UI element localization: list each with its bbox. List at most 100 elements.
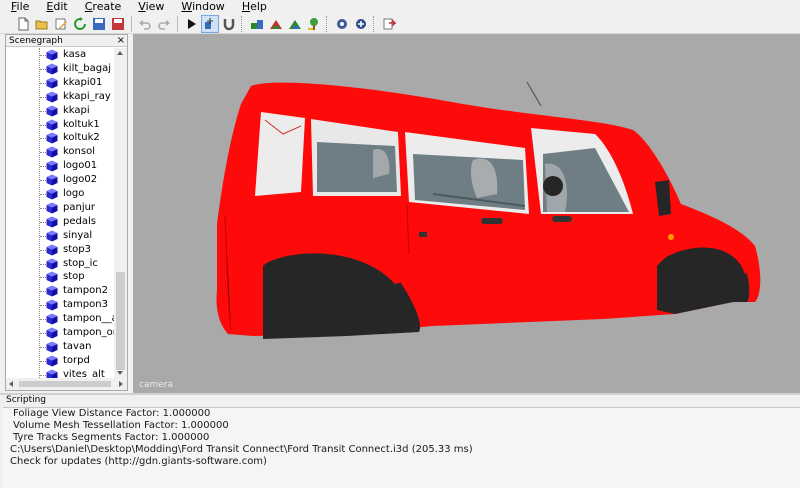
menu-edit[interactable]: Edit	[35, 0, 73, 14]
add-shape-icon[interactable]	[248, 15, 266, 33]
tree-node[interactable]: kkapi01	[6, 76, 114, 90]
tree-node[interactable]: stop3	[6, 243, 114, 257]
transform-group-cube-icon	[46, 327, 58, 339]
tree-node-label: torpd	[63, 354, 90, 366]
tree-node[interactable]: torpd	[6, 354, 114, 368]
console-line: Tyre Tracks Segments Factor: 1.000000	[13, 432, 210, 443]
transform-group-cube-icon	[46, 188, 58, 200]
add-camera-icon[interactable]	[286, 15, 304, 33]
tree-node[interactable]: panjur	[6, 201, 114, 215]
tree-node[interactable]: logo02	[6, 173, 114, 187]
horizontal-scrollbar[interactable]	[6, 378, 127, 390]
tree-node[interactable]: koltuk1	[6, 118, 114, 132]
toolbar-separator	[177, 15, 178, 32]
tree-node-label: kilt_bagaj	[63, 62, 111, 74]
add-tree-icon[interactable]	[305, 15, 323, 33]
scroll-up-icon[interactable]	[117, 51, 123, 55]
tree-node[interactable]: kasa	[6, 48, 114, 62]
transform-group-cube-icon	[46, 202, 58, 214]
tree-node-label: sinyal	[63, 229, 93, 241]
save-as-icon[interactable]	[109, 15, 127, 33]
select-mode-icon[interactable]	[201, 14, 219, 33]
tree-node[interactable]: logo01	[6, 159, 114, 173]
scroll-left-icon[interactable]	[9, 381, 13, 387]
tree-node[interactable]: logo	[6, 187, 114, 201]
tree-node[interactable]: stop	[6, 270, 114, 284]
menu-view[interactable]: View	[127, 0, 170, 14]
tree-node[interactable]: pedals	[6, 215, 114, 229]
reload-icon[interactable]	[71, 15, 89, 33]
scripting-console[interactable]: Foliage View Distance Factor: 1.000000 V…	[3, 407, 800, 488]
redo-icon[interactable]	[155, 15, 173, 33]
transform-group-cube-icon	[46, 230, 58, 242]
menu-create[interactable]: Create	[74, 0, 128, 14]
scenegraph-title-text: Scenegraph	[9, 36, 63, 46]
tree-node[interactable]: tampon_on	[6, 326, 114, 340]
scroll-down-icon[interactable]	[117, 371, 123, 375]
render-settings-icon[interactable]	[333, 15, 351, 33]
viewport-3d[interactable]: camera	[133, 34, 800, 393]
tree-node-label: tampon_on	[63, 327, 114, 338]
tree-node[interactable]: stop_ic	[6, 257, 114, 271]
transform-group-cube-icon	[46, 216, 58, 228]
play-icon[interactable]	[182, 15, 200, 33]
material-settings-icon[interactable]	[352, 15, 370, 33]
new-file-icon[interactable]	[14, 15, 32, 33]
menu-window[interactable]: Window	[170, 0, 230, 14]
vertical-scrollbar-thumb[interactable]	[116, 272, 125, 370]
transform-group-cube-icon	[46, 91, 58, 103]
tree-node-label: vites_alt	[63, 368, 105, 378]
toolbar-separator	[131, 15, 132, 32]
toolbar-grip	[373, 15, 376, 32]
tree-node-label: logo01	[63, 160, 98, 172]
save-icon[interactable]	[90, 15, 108, 33]
tree-node-label: tampon__al	[63, 313, 114, 325]
tree-node[interactable]: tampon3	[6, 298, 114, 312]
tree-node-label: stop3	[63, 243, 91, 255]
transform-group-cube-icon	[46, 146, 58, 158]
scripting-panel: Scripting Foliage View Distance Factor: …	[0, 395, 800, 488]
edit-icon[interactable]	[52, 15, 70, 33]
scenegraph-title: Scenegraph ×	[6, 35, 127, 47]
transform-group-cube-icon	[46, 160, 58, 172]
tree-node[interactable]: tavan	[6, 340, 114, 354]
tree-node-label: konsol	[63, 146, 95, 158]
tree-node[interactable]: tampon2	[6, 284, 114, 298]
tree-node[interactable]: kkapi_ray	[6, 90, 114, 104]
tree-node-label: pedals	[63, 215, 96, 227]
menu-help[interactable]: Help	[231, 0, 273, 14]
tree-node-label: kasa	[63, 49, 87, 60]
vertical-scrollbar[interactable]	[114, 48, 127, 378]
tree-node[interactable]: tampon__al	[6, 312, 114, 326]
transform-group-cube-icon	[46, 271, 58, 283]
toolbar-grip	[241, 15, 244, 32]
tree-node[interactable]: sinyal	[6, 229, 114, 243]
menu-bar: File Edit Create View Window Help	[0, 0, 800, 14]
tree-node[interactable]: koltuk2	[6, 131, 114, 145]
transform-group-cube-icon	[46, 341, 58, 353]
menu-file[interactable]: File	[0, 0, 35, 14]
transform-group-cube-icon	[46, 299, 58, 311]
close-icon[interactable]: ×	[117, 35, 125, 47]
transform-group-cube-icon	[46, 77, 58, 89]
export-icon[interactable]	[380, 15, 398, 33]
toolbar	[0, 14, 800, 34]
tree-node-label: logo02	[63, 174, 98, 186]
tree-node[interactable]: kkapi	[6, 104, 114, 118]
camera-label: camera	[139, 380, 173, 390]
transform-group-cube-icon	[46, 174, 58, 186]
tree-node[interactable]: konsol	[6, 145, 114, 159]
add-light-icon[interactable]	[267, 15, 285, 33]
tree-node-label: logo	[63, 188, 85, 199]
tree-node[interactable]: vites_alt	[6, 368, 114, 378]
horizontal-scrollbar-thumb[interactable]	[19, 381, 111, 387]
tree-node-label: kkapi	[63, 104, 90, 116]
magnet-icon[interactable]	[220, 15, 238, 33]
transform-group-cube-icon	[46, 132, 58, 144]
tree-node[interactable]: kilt_bagaj	[6, 62, 114, 76]
undo-icon[interactable]	[136, 15, 154, 33]
open-folder-icon[interactable]	[33, 15, 51, 33]
scroll-right-icon[interactable]	[119, 381, 123, 387]
tree-node-label: koltuk1	[63, 118, 100, 130]
toolbar-grip	[326, 15, 329, 32]
